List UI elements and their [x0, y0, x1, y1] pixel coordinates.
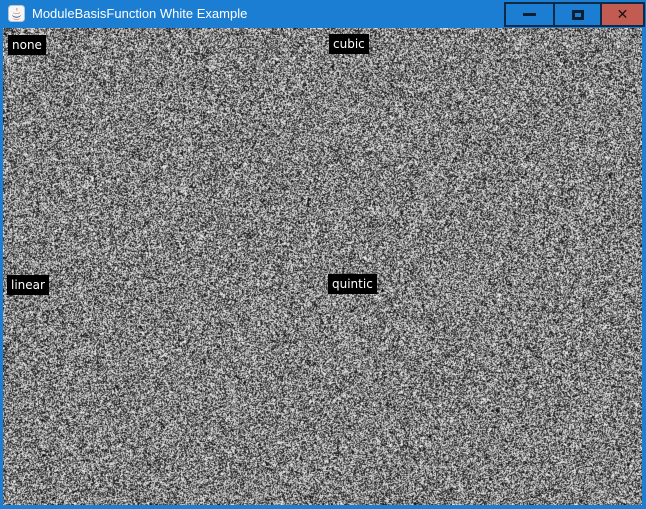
titlebar[interactable]: ModuleBasisFunction White Example ✕ [0, 0, 646, 28]
region-label-linear: linear [7, 275, 49, 295]
window-controls: ✕ [506, 2, 645, 27]
java-coffee-cup-icon [8, 5, 25, 22]
close-button[interactable]: ✕ [600, 2, 645, 27]
maximize-icon [572, 10, 584, 20]
minimize-icon [523, 13, 536, 16]
minimize-button[interactable] [504, 2, 555, 27]
maximize-button[interactable] [553, 2, 602, 27]
region-label-quintic: quintic [328, 274, 377, 294]
close-icon: ✕ [617, 8, 629, 22]
app-window: ModuleBasisFunction White Example ✕ none… [0, 0, 646, 509]
region-label-cubic: cubic [329, 34, 369, 54]
region-label-none: none [8, 35, 46, 55]
window-title: ModuleBasisFunction White Example [32, 0, 247, 28]
java-app-icon[interactable] [8, 5, 25, 22]
noise-viewport [3, 28, 642, 505]
noise-canvas [3, 28, 642, 505]
